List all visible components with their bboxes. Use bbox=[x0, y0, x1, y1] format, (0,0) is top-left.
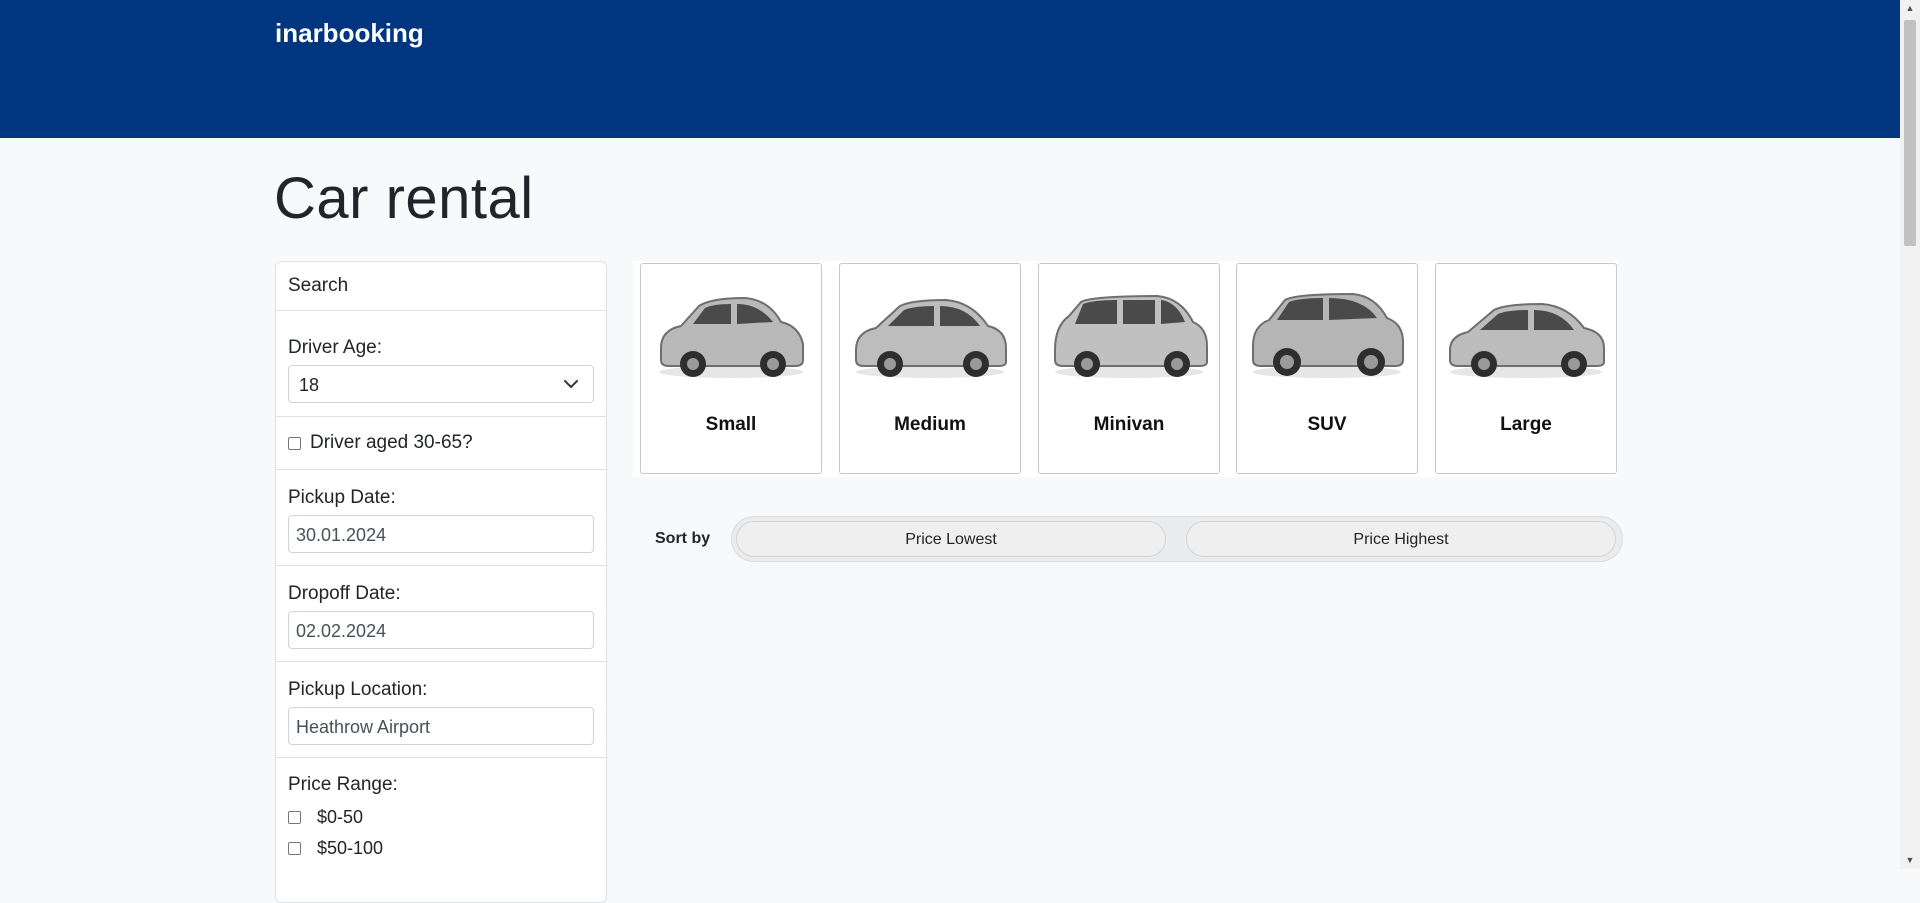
sort-label: Sort by bbox=[655, 530, 711, 547]
page-title: Car rental bbox=[274, 166, 534, 231]
car-type-label: Minivan bbox=[1093, 414, 1165, 435]
minivan-car-icon bbox=[1054, 294, 1208, 378]
price-range-checkbox[interactable] bbox=[288, 811, 301, 824]
car-type-suv[interactable]: SUV bbox=[1236, 263, 1418, 474]
driver-aged-label[interactable]: Driver aged 30-65? bbox=[310, 432, 473, 454]
pickup-location-input[interactable]: Heathrow Airport bbox=[288, 707, 594, 745]
car-type-small[interactable]: Small bbox=[640, 263, 822, 474]
sort-bar: Sort by Price Lowest Price Highest bbox=[633, 516, 1623, 564]
driver-age-select[interactable]: 18 bbox=[288, 365, 594, 403]
car-type-label: SUV bbox=[1307, 414, 1347, 435]
suv-car-icon bbox=[1252, 292, 1404, 378]
scrollbar-thumb[interactable] bbox=[1904, 20, 1916, 246]
car-type-label: Large bbox=[1500, 414, 1552, 435]
page-scrollbar[interactable]: ▲ ▼ bbox=[1900, 0, 1920, 869]
driver-age-section: Driver Age: 18 bbox=[276, 311, 606, 417]
sort-price-lowest-button[interactable]: Price Lowest bbox=[736, 521, 1166, 557]
price-range-label: Price Range: bbox=[288, 774, 398, 795]
car-type-label: Small bbox=[705, 414, 757, 435]
car-type-minivan[interactable]: Minivan bbox=[1038, 263, 1220, 474]
pickup-date-input[interactable]: 30.01.2024 bbox=[288, 515, 594, 553]
sort-price-highest-button[interactable]: Price Highest bbox=[1186, 521, 1616, 557]
price-option: $50-100 bbox=[288, 833, 594, 864]
dropoff-date-section: Dropoff Date: 02.02.2024 bbox=[276, 566, 606, 662]
large-car-icon bbox=[1449, 302, 1605, 378]
small-car-icon bbox=[659, 296, 804, 378]
price-range-section: Price Range: $0-50 $50-100 bbox=[276, 758, 606, 864]
car-type-label: Medium bbox=[894, 414, 966, 435]
price-range-checkbox[interactable] bbox=[288, 842, 301, 855]
pickup-date-section: Pickup Date: 30.01.2024 bbox=[276, 470, 606, 566]
dropoff-date-label: Dropoff Date: bbox=[288, 583, 401, 604]
pickup-location-section: Pickup Location: Heathrow Airport bbox=[276, 662, 606, 758]
top-navbar: inarbooking bbox=[0, 0, 1900, 138]
pickup-date-label: Pickup Date: bbox=[288, 487, 396, 508]
price-option-label[interactable]: $0-50 bbox=[317, 807, 363, 828]
car-type-large[interactable]: Large bbox=[1435, 263, 1617, 474]
sort-button-group: Price Lowest Price Highest bbox=[731, 516, 1623, 562]
price-option: $0-50 bbox=[288, 802, 594, 833]
driver-age-label: Driver Age: bbox=[288, 337, 382, 358]
search-sidebar: Search Driver Age: 18 Driver aged 30-65?… bbox=[275, 261, 607, 903]
driver-age-value: 18 bbox=[299, 375, 320, 395]
brand-logo[interactable]: inarbooking bbox=[275, 18, 424, 49]
sidebar-title: Search bbox=[276, 262, 606, 311]
car-type-medium[interactable]: Medium bbox=[839, 263, 1021, 474]
medium-car-icon bbox=[855, 298, 1007, 378]
driver-aged-checkbox[interactable] bbox=[288, 436, 301, 450]
driver-aged-section: Driver aged 30-65? bbox=[276, 417, 606, 470]
chevron-down-icon bbox=[564, 380, 578, 388]
car-type-list: Small Medium Minivan SUV Large bbox=[633, 261, 1618, 477]
pickup-location-label: Pickup Location: bbox=[288, 679, 428, 700]
dropoff-date-input[interactable]: 02.02.2024 bbox=[288, 611, 594, 649]
price-option-label[interactable]: $50-100 bbox=[317, 838, 383, 859]
scroll-up-icon[interactable]: ▲ bbox=[1900, 0, 1920, 17]
scroll-down-icon[interactable]: ▼ bbox=[1900, 852, 1920, 869]
